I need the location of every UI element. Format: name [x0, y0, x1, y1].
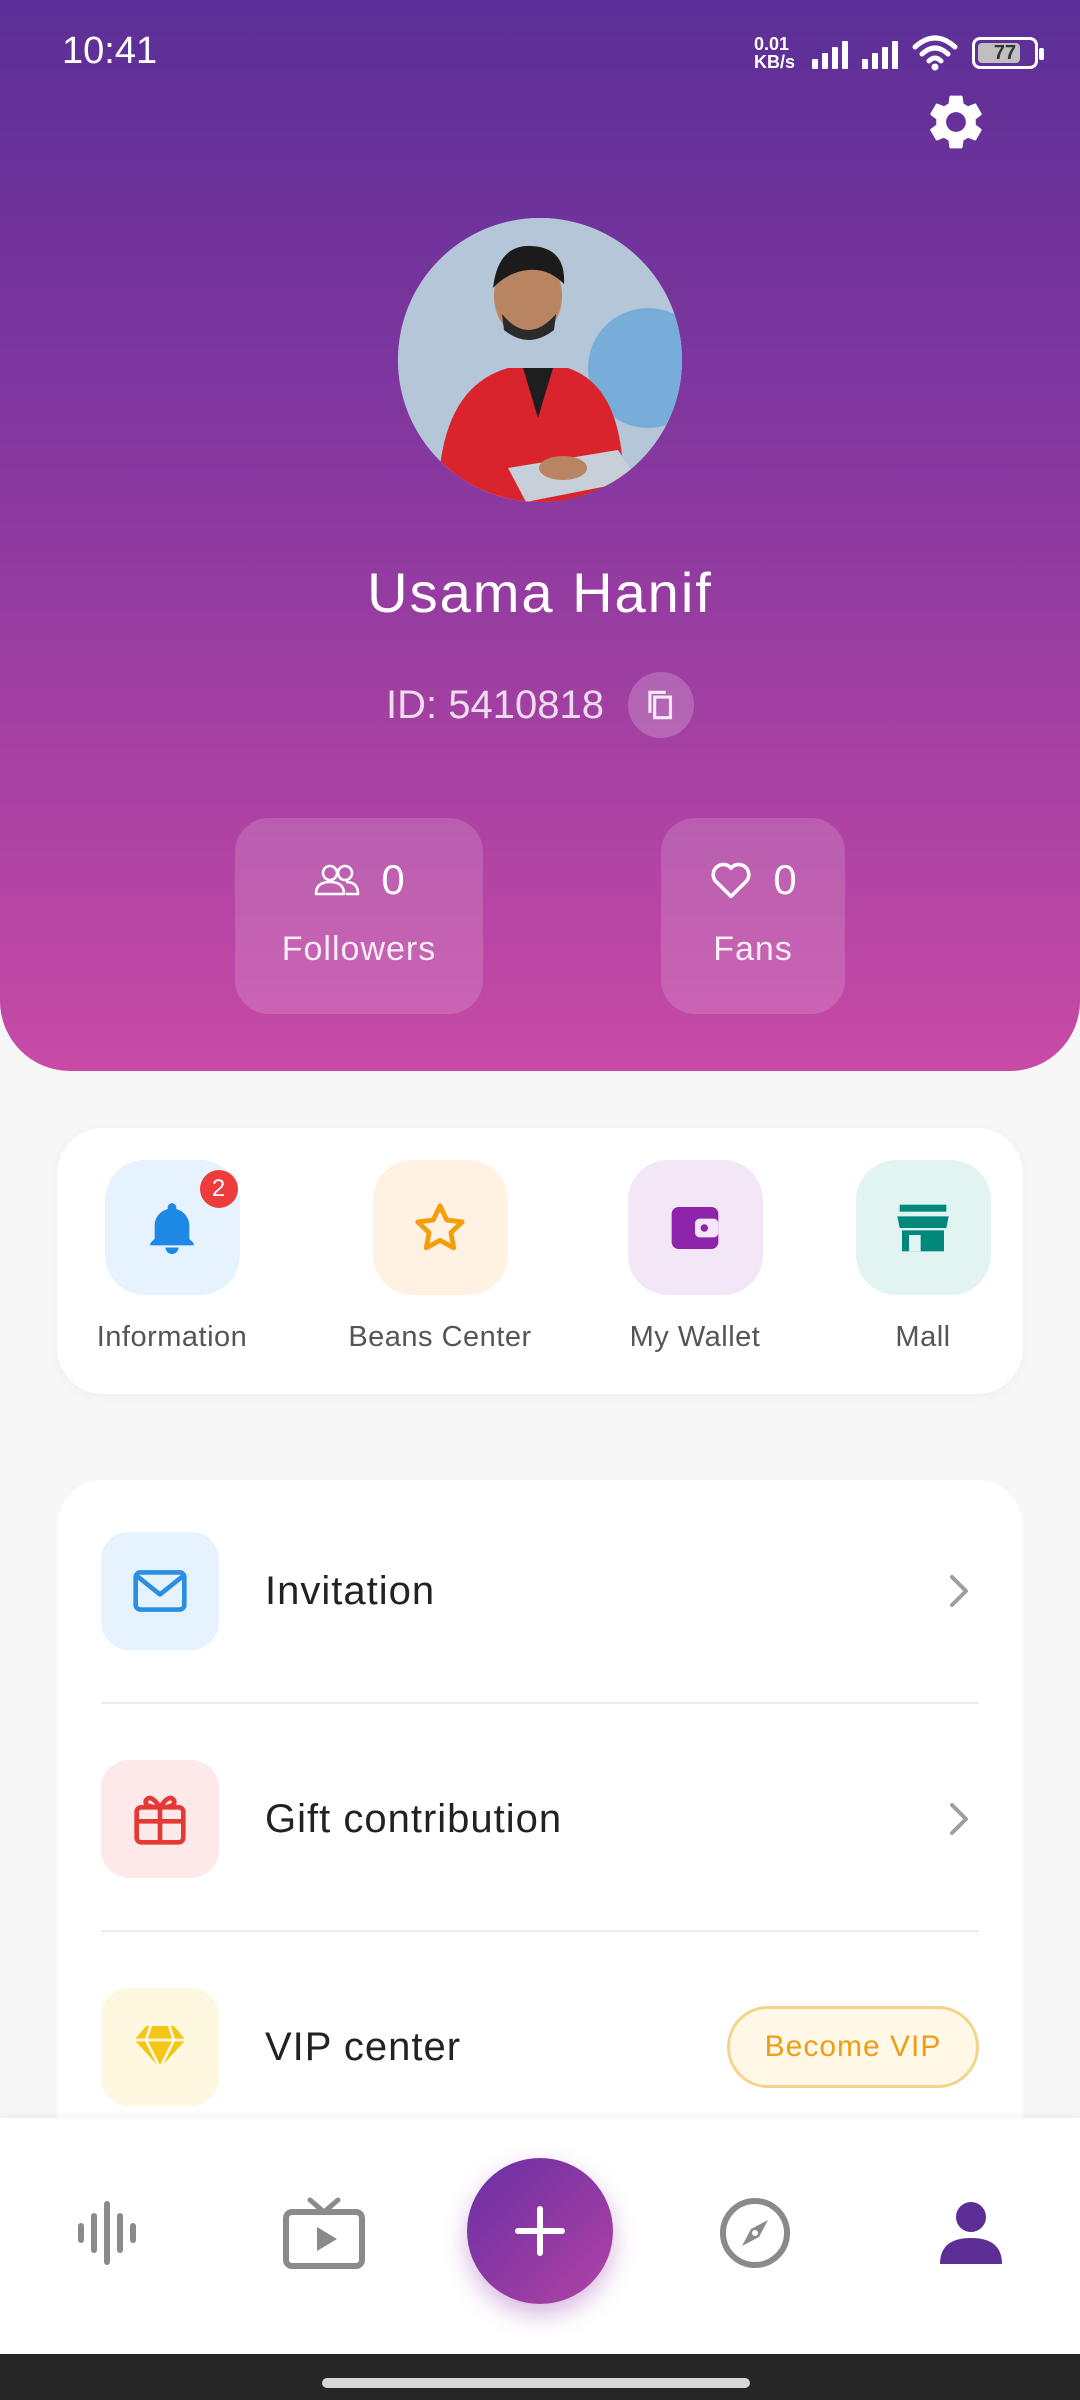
fans-count: 0: [773, 856, 797, 903]
person-icon: [940, 2202, 1002, 2264]
add-icon: [515, 2206, 565, 2256]
gift-icon: [134, 1795, 186, 1845]
menu-item-label: Gift contribution: [265, 1796, 563, 1841]
menu-divider: [101, 1930, 979, 1932]
followers-card[interactable]: 0 Followers: [235, 818, 483, 1014]
quick-action-label: Information: [96, 1321, 248, 1353]
bottom-navigation: [0, 2118, 1080, 2354]
signal-icon: [812, 37, 848, 69]
copy-id-button[interactable]: [627, 672, 694, 738]
menu-divider: [101, 1702, 979, 1704]
mail-icon: [133, 1570, 187, 1612]
gift-contribution-icon-tile: [101, 1760, 219, 1878]
fans-card[interactable]: 0 Fans: [661, 818, 845, 1014]
followers-label: Followers: [281, 930, 437, 968]
audio-wave-icon: [78, 2201, 136, 2265]
avatar[interactable]: [398, 218, 682, 502]
quick-action-label: Beans Center: [348, 1321, 532, 1353]
store-icon: [897, 1204, 949, 1251]
followers-count: 0: [381, 856, 405, 903]
nav-audio[interactable]: [62, 2188, 152, 2278]
quick-action-my-wallet[interactable]: My Wallet: [595, 1160, 795, 1354]
home-indicator[interactable]: [322, 2378, 750, 2388]
tv-icon: [283, 2197, 365, 2269]
people-icon: [315, 864, 360, 896]
quick-actions-card: 2 Information Beans Center My Wallet Mal…: [57, 1128, 1023, 1394]
copy-icon: [648, 690, 673, 720]
become-vip-button[interactable]: Become VIP: [727, 2006, 979, 2088]
menu-item-invitation[interactable]: Invitation: [101, 1532, 979, 1650]
network-speed-unit: KB/s: [754, 52, 796, 72]
network-speed: 0.01 KB/s: [754, 35, 798, 71]
mall-icon-tile: [855, 1160, 991, 1295]
fans-label: Fans: [713, 930, 793, 968]
quick-action-label: My Wallet: [629, 1321, 761, 1353]
profile-id: ID: 5410818: [386, 682, 604, 727]
settings-button[interactable]: [920, 86, 992, 158]
gear-icon: [930, 95, 982, 149]
my-wallet-icon-tile: [627, 1160, 763, 1295]
nav-profile[interactable]: [926, 2188, 1016, 2278]
system-gesture-bar: [0, 2354, 1080, 2400]
quick-action-mall[interactable]: Mall: [823, 1160, 1023, 1354]
status-time: 10:41: [62, 30, 158, 72]
status-indicators: 0.01 KB/s 77: [754, 30, 1044, 76]
battery-percentage: 77: [993, 41, 1017, 64]
create-button[interactable]: [467, 2158, 613, 2304]
chevron-right-icon: [939, 1799, 979, 1839]
heart-icon: [711, 862, 751, 899]
profile-name: Usama Hanif: [367, 561, 713, 624]
wifi-icon: [912, 35, 958, 71]
quick-action-beans-center[interactable]: Beans Center: [340, 1160, 540, 1354]
profile-header: [0, 0, 1080, 1071]
quick-action-label: Mall: [895, 1321, 951, 1353]
wallet-icon: [671, 1206, 719, 1249]
network-speed-value: 0.01: [754, 34, 790, 54]
invitation-icon-tile: [101, 1532, 219, 1650]
status-bar: 10:41 0.01 KB/s 77: [0, 0, 1080, 100]
vip-center-icon-tile: [101, 1988, 219, 2106]
chevron-right-icon: [939, 1571, 979, 1611]
quick-action-information[interactable]: 2 Information: [72, 1160, 272, 1354]
information-icon-tile: 2: [104, 1160, 240, 1295]
menu-item-vip-center[interactable]: VIP center Become VIP: [101, 1988, 979, 2106]
notification-badge: 2: [199, 1170, 238, 1208]
signal-icon-2: [862, 37, 898, 69]
nav-live-tv[interactable]: [279, 2188, 369, 2278]
diamond-icon: [134, 2025, 186, 2071]
bell-icon: [150, 1202, 194, 1254]
profile-id-row: ID: 5410818: [0, 672, 1080, 738]
menu-card: Invitation Gift contribution VIP center …: [57, 1480, 1023, 2180]
star-icon: [415, 1202, 465, 1250]
nav-explore[interactable]: [710, 2188, 800, 2278]
beans-center-icon-tile: [372, 1160, 508, 1295]
menu-item-label: VIP center: [265, 2024, 462, 2069]
battery-icon: 77: [972, 37, 1044, 69]
compass-icon: [720, 2198, 790, 2268]
menu-item-gift-contribution[interactable]: Gift contribution: [101, 1760, 979, 1878]
menu-item-label: Invitation: [265, 1568, 436, 1613]
avatar-photo: [398, 218, 682, 502]
